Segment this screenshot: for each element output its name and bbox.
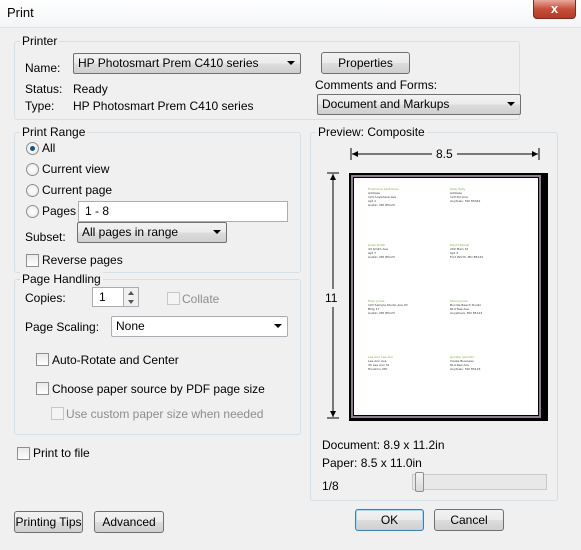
preview-address-line: Anywhere, MO 85123 xyxy=(450,311,483,315)
chevron-down-icon xyxy=(507,102,515,106)
paper-size: Paper: 8.5 x 11.0in xyxy=(322,456,422,470)
comments-forms-label: Comments and Forms: xyxy=(315,78,438,92)
custom-paper-checkbox[interactable] xyxy=(51,407,64,420)
preview-address-label: Firstname Lastname Address 123 Anywhere Av… xyxy=(368,187,399,207)
printer-status-value: Ready xyxy=(73,82,108,96)
radio-pages[interactable] xyxy=(26,205,39,218)
paper-source-label: Choose paper source by PDF page size xyxy=(52,382,265,396)
close-button[interactable]: x xyxy=(533,0,576,19)
chevron-down-icon xyxy=(287,61,295,65)
preview-group-label: Preview: Composite xyxy=(316,125,427,139)
printer-group-label: Printer xyxy=(20,34,60,48)
document-size: Document: 8.9 x 11.2in xyxy=(322,438,445,452)
subset-select[interactable]: All pages in range xyxy=(77,222,227,243)
reverse-pages-checkbox[interactable] xyxy=(26,254,39,267)
printer-status-label: Status: xyxy=(25,82,63,96)
printing-tips-button[interactable]: Printing Tips xyxy=(14,511,83,533)
preview-address-label: Lee Ann Lee Ann Lee Ann Ave 30 Lee Ann St H… xyxy=(368,355,393,371)
print-range-group-label: Print Range xyxy=(20,125,88,139)
preview-address-line: Fort Worth, MO 85132 xyxy=(450,255,484,259)
radio-current-page[interactable] xyxy=(26,184,39,197)
collate-checkbox[interactable] xyxy=(167,292,180,305)
radio-current-view-label: Current view xyxy=(42,162,110,176)
preview-address-label: Janet Smith 44 Smith Ave Apt 7 Austin, MO 8… xyxy=(368,243,395,259)
preview-address-line: Houston, MO xyxy=(368,367,388,371)
advanced-button[interactable]: Advanced xyxy=(94,511,164,533)
copies-input[interactable]: 1 xyxy=(92,287,124,307)
preview-address-line: Anytown, MO 85123 xyxy=(450,367,481,371)
ok-button[interactable]: OK xyxy=(355,509,424,531)
printer-type-label: Type: xyxy=(25,99,55,113)
preview-address-label: David Daniel 200 Main St Apt 3 Fort Worth, … xyxy=(450,243,483,259)
paper-source-checkbox[interactable] xyxy=(36,382,49,395)
printer-name-label: Name: xyxy=(25,61,61,75)
comments-forms-value: Document and Markups xyxy=(322,97,450,111)
cancel-button[interactable]: Cancel xyxy=(434,509,504,531)
print-to-file-checkbox[interactable] xyxy=(17,447,30,460)
printer-type-value: HP Photosmart Prem C410 series xyxy=(73,99,254,113)
radio-pages-label: Pages xyxy=(42,204,77,218)
pages-input[interactable]: 1 - 8 xyxy=(78,201,288,222)
title-bar: Print x xyxy=(0,0,581,28)
preview-height-label: 11 xyxy=(325,289,338,307)
auto-rotate-label: Auto-Rotate and Center xyxy=(52,353,179,367)
page-handling-group-label: Page Handling xyxy=(20,272,103,286)
preview-address-label: Evan Jones 103 Sample Studio Ave 03 Bldg 1… xyxy=(368,299,408,315)
custom-paper-label: Use custom paper size when needed xyxy=(66,407,264,421)
page-scaling-label: Page Scaling: xyxy=(25,320,100,334)
page-preview: Firstname Lastname Address 123 Anywhere Av… xyxy=(353,177,539,416)
subset-value: All pages in range xyxy=(82,225,179,239)
radio-current-view[interactable] xyxy=(26,163,39,176)
radio-current-page-label: Current page xyxy=(42,183,113,197)
print-to-file-label: Print to file xyxy=(33,446,90,460)
preview-address-line: Austin, MO 85123 xyxy=(368,311,395,315)
subset-label: Subset: xyxy=(25,230,66,244)
preview-address-label: Jennifer Jennifer Clarke Business 814 Red … xyxy=(450,355,480,371)
reverse-pages-label: Reverse pages xyxy=(42,253,123,267)
page-indicator: 1/8 xyxy=(322,479,339,493)
window-title: Print xyxy=(7,5,34,20)
page-scaling-select[interactable]: None xyxy=(111,316,288,337)
preview-address-line: Anytown, MO 85342 xyxy=(450,199,481,203)
preview-address-line: Austin, MO 85123 xyxy=(368,203,395,207)
printer-name-select[interactable]: HP Photosmart Prem C410 series xyxy=(73,53,301,74)
arrow-down-icon xyxy=(128,300,134,304)
close-icon: x xyxy=(550,1,559,16)
auto-rotate-checkbox[interactable] xyxy=(36,353,49,366)
printer-name-value: HP Photosmart Prem C410 series xyxy=(78,56,259,70)
page-slider-thumb[interactable] xyxy=(415,472,424,492)
collate-label: Collate xyxy=(182,292,220,306)
page-scaling-value: None xyxy=(116,319,145,333)
radio-all[interactable] xyxy=(26,142,39,155)
chevron-down-icon xyxy=(274,324,282,328)
preview-address-label: Sally Kelly Address 123 Rd Line Anytown, MO… xyxy=(450,187,480,203)
radio-all-label: All xyxy=(42,141,56,155)
page-slider[interactable] xyxy=(412,472,547,492)
preview-address-line: Austin, MO 85123 xyxy=(368,255,395,259)
chevron-down-icon xyxy=(213,230,221,234)
copies-stepper[interactable] xyxy=(123,287,139,307)
preview-address-label: Steve Jones Bundle Beach Studio 814 Teal A… xyxy=(450,299,482,315)
properties-button[interactable]: Properties xyxy=(321,52,410,74)
preview-width-label: 8.5 xyxy=(432,147,457,161)
comments-forms-select[interactable]: Document and Markups xyxy=(317,94,521,115)
arrow-up-icon xyxy=(128,291,134,295)
copies-label: Copies: xyxy=(25,291,66,305)
